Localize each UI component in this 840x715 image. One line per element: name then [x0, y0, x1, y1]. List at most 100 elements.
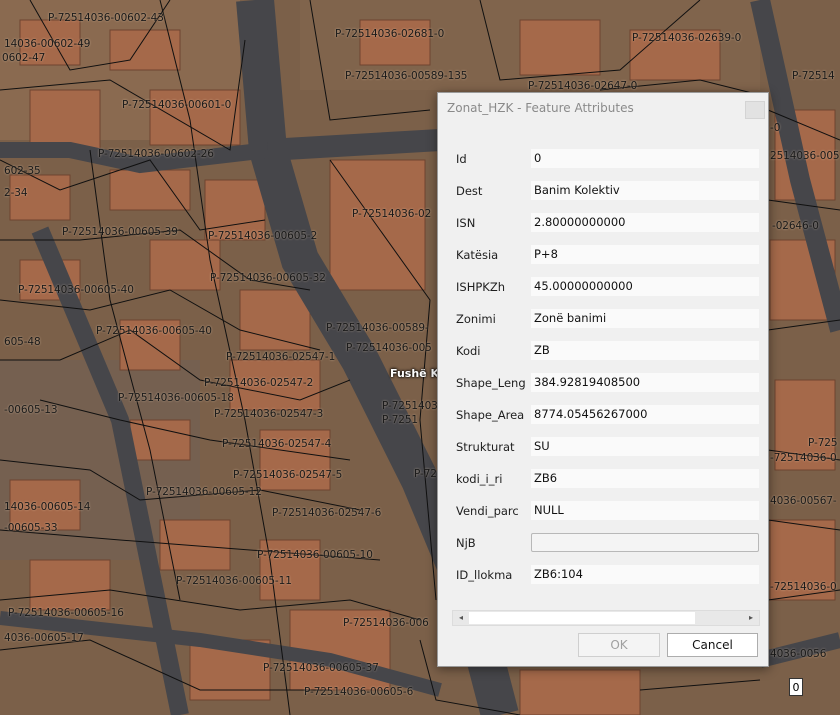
field-label: Kodi [456, 344, 481, 358]
field-label: Shape_Area [456, 408, 525, 422]
field-label: NjB [456, 536, 476, 550]
parcel-label: P-72514036-02547-1 [226, 351, 336, 363]
parcel-label: P-72514036-00602-43 [48, 12, 164, 24]
parcel-label: 14036-00605-14 [4, 501, 91, 513]
field-value-shape-area[interactable]: 8774.05456267000 [531, 405, 759, 424]
field-label: ISHPKZh [456, 280, 505, 294]
parcel-label: -72514036-0 [770, 452, 837, 464]
parcel-label: 0602-47 [2, 52, 46, 64]
field-value-kodi-i-ri[interactable]: ZB6 [531, 469, 759, 488]
field-row-vendi-parc: Vendi_parc NULL [438, 501, 759, 521]
parcel-label: P-72514036-00589- [326, 322, 429, 334]
parcel-label: P-7251 [382, 414, 419, 426]
parcel-label: P-72514036-00605-37 [263, 662, 379, 674]
parcel-label: P-72514036-00605-18 [118, 392, 234, 404]
parcel-label: P-72514036-00605-6 [304, 686, 414, 698]
parcel-label: P-72514036-00602-26 [98, 148, 214, 160]
field-row-isn: ISN 2.80000000000 [438, 213, 759, 233]
cancel-button[interactable]: Cancel [667, 633, 758, 657]
feature-attributes-dialog[interactable]: Zonat_HZK - Feature Attributes Id 0 Dest… [437, 92, 769, 667]
field-value-dest[interactable]: Banim Kolektiv [531, 181, 759, 200]
parcel-label: P-72514036-00605-10 [257, 549, 373, 561]
parcel-label: P-72514036-00605-12 [146, 486, 262, 498]
field-value-id[interactable]: 0 [531, 149, 759, 168]
field-value-shape-leng[interactable]: 384.92819408500 [531, 373, 759, 392]
scroll-left-icon[interactable]: ◂ [454, 612, 468, 624]
parcel-label: 4036-00605-17 [4, 632, 84, 644]
parcel-label: 2-34 [4, 187, 28, 199]
field-value-strukturat[interactable]: SU [531, 437, 759, 456]
close-button[interactable] [745, 101, 765, 119]
field-value-id-llokma[interactable]: ZB6:104 [531, 565, 759, 584]
parcel-label: P-72514036-02547-3 [214, 408, 324, 420]
parcel-label: P-72514036-00605-40 [18, 284, 134, 296]
parcel-label: P-72514036-00605-11 [176, 575, 292, 587]
field-value-vendi-parc[interactable]: NULL [531, 501, 759, 520]
parcel-label: P-72514036-02 [352, 208, 432, 220]
parcel-label: P-72514036-00605-40 [96, 325, 212, 337]
field-row-zonimi: Zonimi Zonë banimi [438, 309, 759, 329]
parcel-label: P-72514036-02547-4 [222, 438, 332, 450]
field-value-zonimi[interactable]: Zonë banimi [531, 309, 759, 328]
parcel-label: 2514036-005 [770, 150, 840, 162]
field-label: Strukturat [456, 440, 515, 454]
parcel-label: P-72514 [792, 70, 835, 82]
parcel-label: P-72514036-00605-32 [210, 272, 326, 284]
parcel-label: 14036-00602-49 [4, 38, 91, 50]
parcel-label: 4036-0056 [770, 648, 827, 660]
field-row-njb: NjB [438, 533, 759, 553]
corner-badge: 0 [789, 678, 803, 696]
field-row-id-llokma: ID_llokma ZB6:104 [438, 565, 759, 585]
parcel-label: 4036-00567- [770, 495, 837, 507]
scrollbar-thumb[interactable] [469, 612, 695, 624]
parcel-label: 602-35 [4, 165, 41, 177]
field-value-njb[interactable] [531, 533, 759, 552]
place-name-label: Fushë K [390, 367, 439, 380]
field-label: Vendi_parc [456, 504, 519, 518]
parcel-label: P-72514036-00601-0 [122, 99, 232, 111]
parcel-label: P-72514036-00605-39 [62, 226, 178, 238]
ok-button[interactable]: OK [578, 633, 660, 657]
field-row-strukturat: Strukturat SU [438, 437, 759, 457]
parcel-label: -0 [770, 122, 781, 134]
parcel-label: P-72514036-00605-2 [208, 230, 318, 242]
parcel-label: P-72514036-02681-0 [335, 28, 445, 40]
attribute-form: Id 0 Dest Banim Kolektiv ISN 2.800000000… [438, 145, 759, 610]
parcel-label: P-72514036-02547-5 [233, 469, 343, 481]
field-label: Id [456, 152, 467, 166]
field-value-katesia[interactable]: P+8 [531, 245, 759, 264]
field-label: Katësia [456, 248, 499, 262]
parcel-label: P-72514036-02547-2 [204, 377, 314, 389]
dialog-titlebar[interactable]: Zonat_HZK - Feature Attributes [438, 93, 768, 125]
field-value-kodi[interactable]: ZB [531, 341, 759, 360]
scroll-right-icon[interactable]: ▸ [744, 612, 758, 624]
parcel-label: P-72514036-006 [343, 617, 429, 629]
field-label: kodi_i_ri [456, 472, 503, 486]
field-row-dest: Dest Banim Kolektiv [438, 181, 759, 201]
parcel-label: -72514036-0 [770, 581, 837, 593]
field-row-katesia: Katësia P+8 [438, 245, 759, 265]
field-label: ID_llokma [456, 568, 513, 582]
parcel-label: P-72514036-02639-0 [632, 32, 742, 44]
field-label: Shape_Leng [456, 376, 526, 390]
field-value-ishpkzh[interactable]: 45.00000000000 [531, 277, 759, 296]
parcel-label: -02646-0 [772, 220, 819, 232]
parcel-label: -00605-13 [4, 404, 58, 416]
field-row-kodi: Kodi ZB [438, 341, 759, 361]
field-row-id: Id 0 [438, 149, 759, 169]
parcel-label: P-72514036-005 [346, 342, 432, 354]
parcel-label: P-72514036-00605-16 [8, 607, 124, 619]
parcel-label: -00605-33 [4, 522, 58, 534]
field-value-isn[interactable]: 2.80000000000 [531, 213, 759, 232]
field-label: Dest [456, 184, 483, 198]
field-row-ishpkzh: ISHPKZh 45.00000000000 [438, 277, 759, 297]
horizontal-scrollbar[interactable]: ◂ ▸ [452, 610, 760, 626]
parcel-label: P-7251403 [382, 400, 438, 412]
parcel-label: P-725 [808, 437, 838, 449]
parcel-label: 605-48 [4, 336, 41, 348]
parcel-label: P-72514036-02647-0 [528, 80, 638, 92]
dialog-title: Zonat_HZK - Feature Attributes [447, 101, 634, 115]
parcel-label: P-72514036-02547-6 [272, 507, 382, 519]
field-row-shape-area: Shape_Area 8774.05456267000 [438, 405, 759, 425]
field-label: Zonimi [456, 312, 496, 326]
